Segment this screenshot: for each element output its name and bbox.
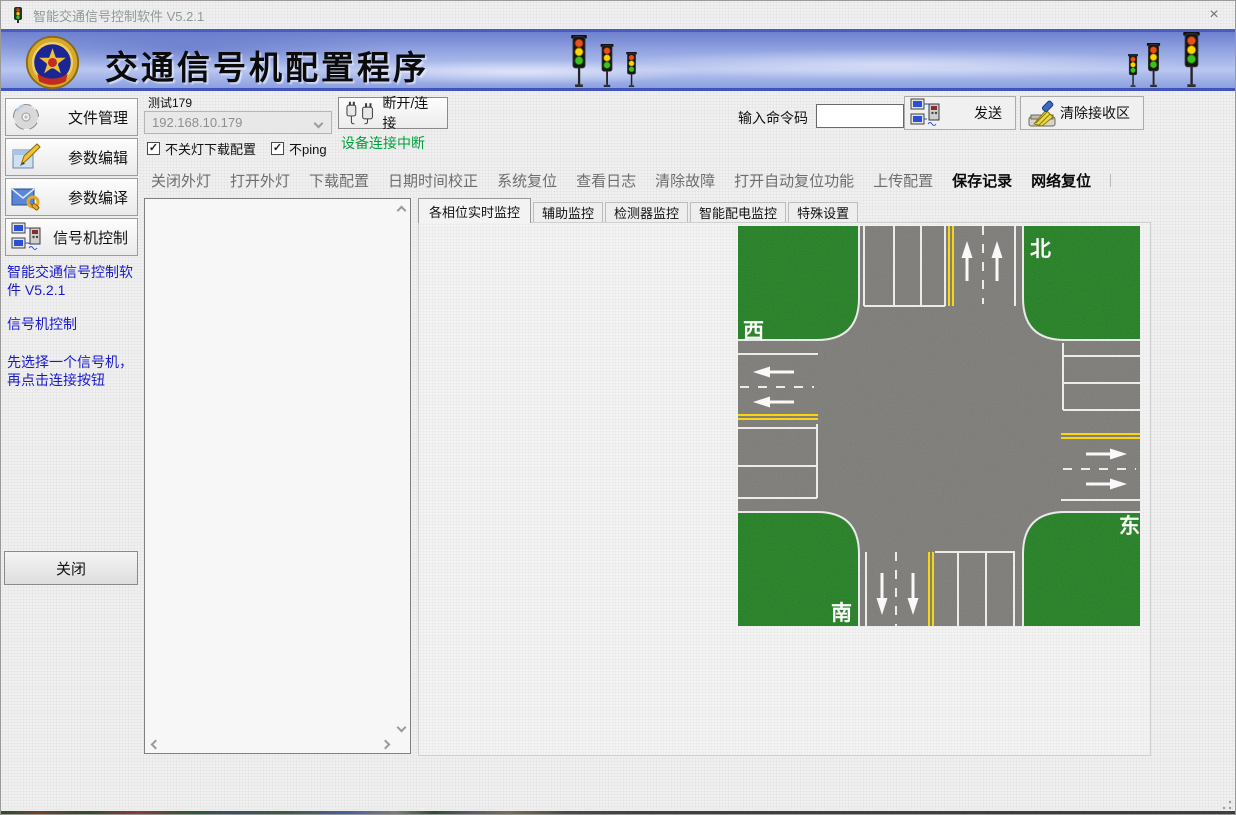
device-name-label: 测试179	[148, 94, 192, 111]
ip-combobox[interactable]: 192.168.10.179	[144, 111, 332, 134]
send-label: 发送	[974, 103, 1002, 123]
tab-label: 辅助监控	[542, 203, 594, 222]
param-compile-button[interactable]: 参数编译	[5, 178, 138, 216]
command-code-label: 输入命令码	[738, 108, 808, 128]
receive-listbox[interactable]	[144, 198, 411, 754]
clear-receive-label: 清除接收区	[1060, 103, 1130, 123]
signal-control-label: 信号机控制	[53, 227, 128, 248]
tab-power-monitor[interactable]: 智能配电监控	[690, 202, 786, 223]
tab-special-settings[interactable]: 特殊设置	[788, 202, 858, 223]
action-menu: 关闭外灯 打开外灯 下载配置 日期时间校正 系统复位 查看日志 清除故障 打开自…	[151, 169, 1111, 191]
menu-separator	[1110, 174, 1111, 187]
police-badge-icon	[24, 34, 81, 91]
menu-item-network-reset[interactable]: 网络复位	[1031, 170, 1091, 191]
scroll-left-icon[interactable]	[151, 740, 161, 750]
compile-icon	[11, 182, 41, 212]
tab-label: 各相位实时监控	[429, 202, 520, 221]
traffic-light-icon	[1127, 54, 1139, 87]
cd-icon	[11, 102, 41, 132]
no-lights-off-label: 不关灯下载配置	[165, 139, 256, 158]
connection-status-text: 设备连接中断	[341, 133, 425, 153]
command-code-input[interactable]	[816, 104, 904, 128]
traffic-light-icon	[569, 35, 589, 87]
menu-item-clear-fault[interactable]: 清除故障	[655, 170, 715, 191]
no-ping-label: 不ping	[289, 139, 327, 158]
menu-item-datetime-correct[interactable]: 日期时间校正	[388, 170, 478, 191]
ip-value: 192.168.10.179	[152, 115, 242, 130]
param-compile-label: 参数编译	[68, 187, 128, 208]
clear-receive-button[interactable]: 清除接收区	[1020, 96, 1144, 130]
header-banner: 交通信号机配置程序	[1, 29, 1235, 91]
tab-label: 智能配电监控	[699, 203, 777, 222]
noise-overlay	[738, 226, 1140, 626]
menu-item-upload-config[interactable]: 上传配置	[873, 170, 933, 191]
checkbox-check-icon: ✓	[271, 142, 284, 155]
window-title: 智能交通信号控制软件 V5.2.1	[33, 6, 204, 25]
no-ping-checkbox[interactable]: ✓ 不ping	[271, 139, 327, 158]
traffic-light-icon	[625, 52, 638, 87]
close-panel-button[interactable]: 关闭	[4, 551, 138, 585]
connect-disconnect-label: 断开/连接	[382, 93, 441, 133]
menu-item-lights-off[interactable]: 关闭外灯	[151, 170, 211, 191]
param-edit-button[interactable]: 参数编辑	[5, 138, 138, 176]
broom-icon	[1026, 98, 1060, 128]
resize-grip[interactable]	[1222, 800, 1232, 810]
app-heading: 交通信号机配置程序	[105, 41, 429, 89]
close-icon[interactable]: ×	[1203, 4, 1225, 26]
tab-label: 特殊设置	[797, 203, 849, 222]
mode-text: 信号机控制	[7, 315, 139, 333]
tab-phase-realtime[interactable]: 各相位实时监控	[418, 198, 531, 223]
file-manage-button[interactable]: 文件管理	[5, 98, 138, 136]
traffic-light-icon	[599, 44, 615, 87]
menu-item-system-reset[interactable]: 系统复位	[497, 170, 557, 191]
plug-icon	[345, 101, 376, 125]
file-manage-label: 文件管理	[68, 107, 128, 128]
monitor-tabs: 各相位实时监控 辅助监控 检测器监控 智能配电监控 特殊设置	[418, 198, 860, 223]
bottom-image-strip	[1, 811, 1235, 815]
tab-detector-monitor[interactable]: 检测器监控	[605, 202, 688, 223]
send-button[interactable]: 发送	[904, 96, 1016, 130]
app-version-text: 智能交通信号控制软件 V5.2.1	[7, 263, 139, 300]
chevron-down-icon	[314, 119, 324, 129]
scroll-right-icon[interactable]	[381, 740, 391, 750]
tab-label: 检测器监控	[614, 203, 679, 222]
menu-item-auto-reset[interactable]: 打开自动复位功能	[734, 170, 854, 191]
send-computers-icon	[910, 98, 942, 128]
pencil-icon	[11, 142, 41, 172]
scroll-up-icon[interactable]	[397, 206, 407, 216]
app-traffic-light-icon	[10, 7, 26, 23]
menu-item-download-config[interactable]: 下载配置	[309, 170, 369, 191]
computers-icon	[11, 222, 43, 252]
checkbox-check-icon: ✓	[147, 142, 160, 155]
titlebar: 智能交通信号控制软件 V5.2.1 ×	[1, 1, 1235, 29]
tab-aux-monitor[interactable]: 辅助监控	[533, 202, 603, 223]
param-edit-label: 参数编辑	[68, 147, 128, 168]
menu-item-lights-on[interactable]: 打开外灯	[230, 170, 290, 191]
traffic-light-icon	[1145, 43, 1162, 87]
menu-item-save-record[interactable]: 保存记录	[952, 170, 1012, 191]
vertical-scrollbar[interactable]	[394, 199, 410, 737]
app-window: 智能交通信号控制软件 V5.2.1 × 交通信号机配置程序	[0, 0, 1236, 815]
scroll-down-icon[interactable]	[397, 723, 407, 733]
hint-text: 先选择一个信号机，再点击连接按钮	[7, 353, 139, 390]
traffic-light-icon	[1181, 32, 1202, 87]
menu-item-view-log[interactable]: 查看日志	[576, 170, 636, 191]
intersection-map: 北 西 东 南	[738, 226, 1140, 626]
connect-disconnect-button[interactable]: 断开/连接	[338, 97, 448, 129]
close-panel-label: 关闭	[56, 558, 86, 579]
no-lights-off-checkbox[interactable]: ✓ 不关灯下载配置	[147, 139, 256, 158]
horizontal-scrollbar[interactable]	[145, 737, 394, 753]
signal-control-button[interactable]: 信号机控制	[5, 218, 138, 256]
